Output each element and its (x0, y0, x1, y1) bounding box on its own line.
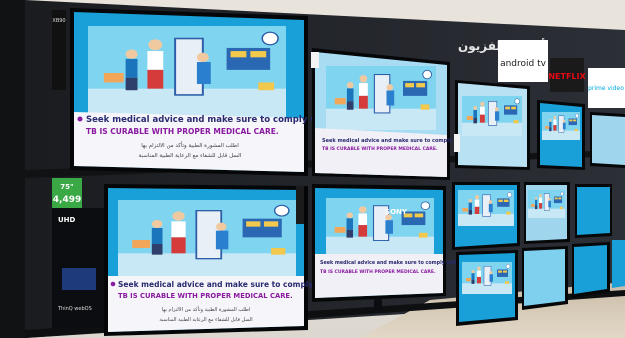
tv6-headline: Seek medical advice and make sure to com… (118, 280, 343, 289)
price-tag-price: 4,499 (53, 195, 81, 205)
svg-text:android tv: android tv (500, 59, 547, 69)
tv1-arabic-1: اطلب المشورة الطبية وتأكد من الالتزام به… (141, 141, 239, 149)
spec-card (296, 186, 304, 224)
tv-top-right-3 (590, 112, 625, 168)
tv-bottom-right-6 (572, 242, 610, 298)
android-tv-logo: android tv (498, 40, 548, 82)
tv-bottom-right-4 (456, 250, 518, 326)
tv-bottom-right-3 (575, 184, 612, 238)
tv-top-right-1 (455, 80, 530, 170)
spec-card (311, 52, 319, 68)
tv1-headline: Seek medical advice and make sure to com… (86, 115, 341, 125)
tv6-arabic-2: السل قابل للشفاء مع الرعاية الطبية المنا… (159, 317, 252, 323)
svg-text:NETFLIX: NETFLIX (548, 72, 586, 81)
tv-bottom-middle: SONY Seek medical advice and make sure t… (312, 184, 465, 310)
tv6-subline: TB IS CURABLE WITH PROPER MEDICAL CARE. (118, 292, 293, 300)
price-tag: 75" 4,499 (52, 178, 82, 208)
tv-bottom-right-2 (524, 182, 570, 244)
prime-video-logo: prime video (588, 68, 625, 108)
tv2-headline: Seek medical advice and make sure to com… (322, 138, 473, 144)
tv1-subline: TB IS CURABLE WITH PROPER MEDICAL CARE. (86, 127, 279, 136)
tv-top-right-2 (537, 100, 585, 170)
tv7-brand: SONY (385, 208, 408, 216)
price-tag-size: 75" (60, 183, 73, 191)
netflix-logo: NETFLIX (548, 58, 586, 92)
tv-bottom-right-1 (452, 182, 520, 250)
tv-top-middle: Seek medical advice and make sure to com… (312, 48, 473, 180)
side-label-model: XB90 (52, 18, 65, 24)
tv-bottom-right-5 (522, 246, 568, 310)
tv7-subline: TB IS CURABLE WITH PROPER MEDICAL CARE. (320, 269, 436, 275)
store-tv-wall-photo: أجهزة تلفزيون android tv NETFLIX prime v… (0, 0, 625, 338)
tv-large-top: Seek medical advice and make sure to com… (70, 8, 341, 176)
tv2-subline: TB IS CURABLE WITH PROPER MEDICAL CARE. (322, 146, 438, 152)
tv7-headline: Seek medical advice and make sure to com… (320, 260, 465, 266)
tv6-arabic-1: اطلب المشورة الطبية وتأكد من الالتزام به… (162, 305, 251, 313)
feature-thumbnail (62, 268, 96, 290)
thinq-label: ThinQ webOS (57, 306, 92, 312)
tv1-arabic-2: السل قابل للشفاء مع الرعاية الطبية المنا… (139, 153, 242, 159)
uhd-label: UHD (58, 216, 76, 224)
tv-bottom-right-7 (612, 240, 625, 288)
svg-text:prime video: prime video (588, 85, 624, 92)
tv-large-bottom: Seek medical advice and make sure to com… (104, 184, 343, 336)
spec-card (454, 134, 460, 152)
